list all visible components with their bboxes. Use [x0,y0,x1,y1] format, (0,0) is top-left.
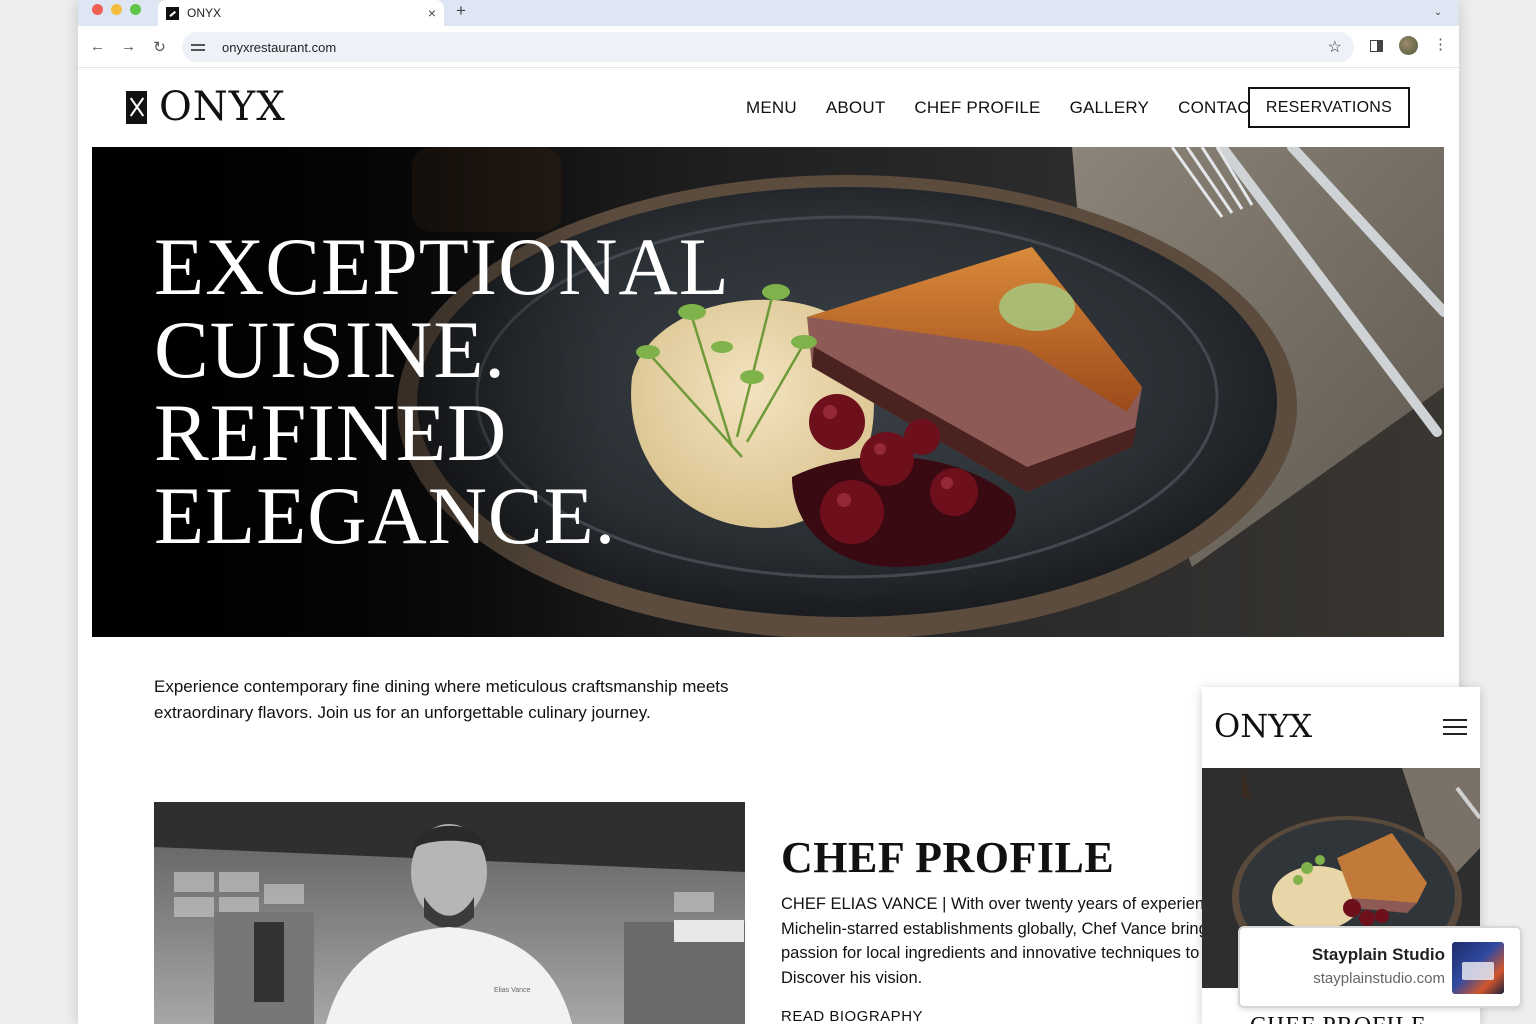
tab-bar: ONYX × + ⌄ [78,0,1459,26]
reservations-button[interactable]: RESERVATIONS [1248,87,1410,128]
intro-line: Experience contemporary fine dining wher… [154,677,729,696]
chevron-down-icon[interactable]: ⌄ [1429,4,1447,22]
browser-tab[interactable]: ONYX × [158,0,444,26]
read-biography-link[interactable]: READ BIOGRAPHY [781,1008,923,1024]
mobile-chef-heading: CHEF PROFILE [1250,1013,1427,1024]
intro-line: extraordinary flavors. Join us for an un… [154,703,651,722]
back-icon[interactable]: ← [82,38,113,55]
studio-badge[interactable]: Stayplain Studio stayplainstudio.com [1238,926,1522,1008]
logo-mark-icon [126,90,147,124]
nav-gallery[interactable]: GALLERY [1070,98,1150,118]
badge-name: Stayplain Studio [1311,945,1445,964]
site-logo[interactable]: ONYX [126,86,286,128]
window-controls [92,4,141,15]
profile-avatar[interactable] [1399,36,1418,55]
chef-bio-line: Discover his vision. [781,968,923,987]
close-window-button[interactable] [92,4,103,15]
hamburger-icon[interactable] [1443,719,1467,735]
close-icon[interactable]: × [428,5,436,21]
hero-banner: EXCEPTIONAL CUISINE. REFINED ELEGANCE. [92,147,1444,637]
star-icon[interactable]: ☆ [1328,37,1342,57]
chef-photo: Elias Vance [154,802,745,1024]
address-bar[interactable]: onyxrestaurant.com ☆ [182,32,1354,62]
badge-thumbnail [1452,942,1504,994]
hero-line: CUISINE. [154,304,506,395]
hero-headline: EXCEPTIONAL CUISINE. REFINED ELEGANCE. [154,225,730,557]
minimize-window-button[interactable] [111,4,122,15]
tab-title: ONYX [187,6,222,20]
reload-icon[interactable]: ↻ [144,38,175,56]
url-text[interactable]: onyxrestaurant.com [222,40,336,55]
mobile-logo[interactable]: ONYX [1214,707,1312,745]
chef-profile-heading: CHEF PROFILE [781,833,1115,882]
chef-bio-line: Michelin-starred establishments globally… [781,919,1208,938]
chef-bio-line: CHEF ELIAS VANCE | With over twenty year… [781,895,1213,913]
logo-text: ONYX [159,84,286,130]
maximize-window-button[interactable] [130,4,141,15]
badge-url: stayplainstudio.com [1313,970,1445,987]
main-nav: MENU ABOUT CHEF PROFILE GALLERY CONTACT [746,98,1260,118]
hero-line: ELEGANCE. [154,470,617,561]
nav-chef-profile[interactable]: CHEF PROFILE [914,98,1040,118]
chef-bio-line: passion for local ingredients and innova… [781,944,1216,962]
intro-text: Experience contemporary fine dining wher… [154,674,774,726]
plus-icon[interactable]: + [456,1,466,21]
chef-jacket-name: Elias Vance [494,987,531,994]
favicon-icon [166,6,179,20]
site-settings-icon[interactable] [190,40,206,54]
browser-toolbar: ← → ↻ onyxrestaurant.com ☆ ⋮ [78,26,1459,68]
hero-line: EXCEPTIONAL [154,221,730,312]
nav-menu[interactable]: MENU [746,98,797,118]
hero-line: REFINED [154,387,508,478]
more-icon[interactable]: ⋮ [1433,35,1448,53]
side-panel-icon[interactable] [1370,40,1383,52]
forward-icon[interactable]: → [113,38,144,55]
nav-about[interactable]: ABOUT [826,98,886,118]
